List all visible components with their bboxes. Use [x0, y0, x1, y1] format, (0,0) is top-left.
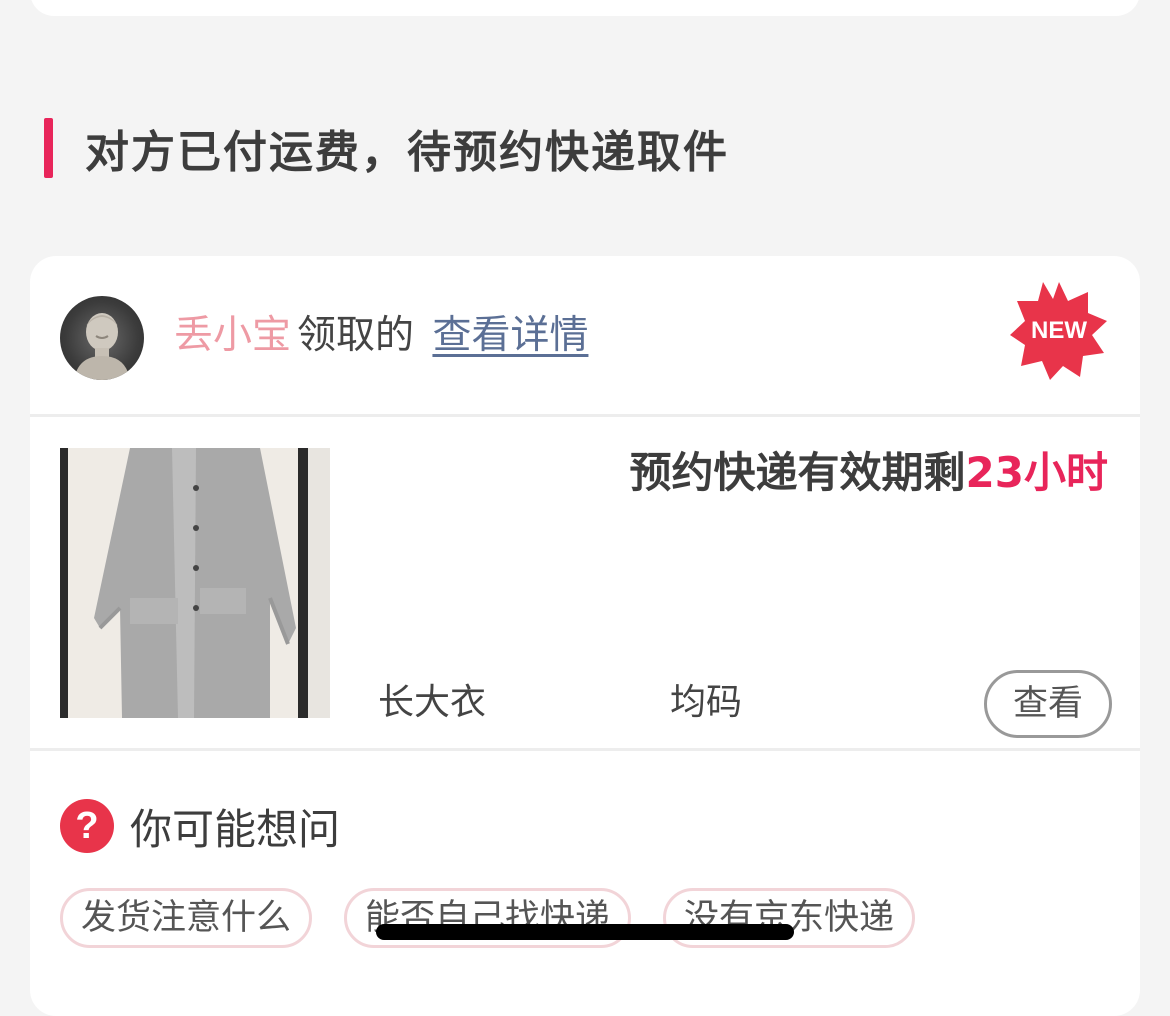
expiry-hours: 23小时 — [965, 448, 1108, 497]
new-badge-label: NEW — [1031, 317, 1087, 344]
view-details-link[interactable]: 查看详情 — [432, 313, 588, 358]
previous-card — [30, 0, 1140, 16]
pickup-expiry: 预约快递有效期剩23小时 — [630, 443, 1108, 503]
view-button[interactable]: 查看 — [984, 670, 1112, 738]
card-header: 丢小宝 领取的 查看详情 NEW — [30, 256, 1140, 417]
avatar[interactable] — [60, 296, 144, 380]
claim-line: 丢小宝 领取的 查看详情 — [174, 306, 588, 366]
faq-header: ? 你可能想问 — [60, 796, 340, 856]
product-size: 均码 — [670, 682, 743, 723]
question-icon: ? — [60, 799, 114, 853]
new-badge-icon: NEW — [1008, 280, 1110, 382]
order-card: 丢小宝 领取的 查看详情 NEW 预约快递有效期剩23小时 长大衣 均码 查看 … — [30, 256, 1140, 1016]
home-indicator[interactable] — [376, 924, 794, 940]
claim-text: 领取的 — [297, 313, 415, 358]
section-accent-bar — [44, 118, 53, 178]
faq-tag-shipping-notes[interactable]: 发货注意什么 — [60, 888, 313, 948]
expiry-prefix: 预约快递有效期剩 — [629, 448, 966, 497]
faq-title: 你可能想问 — [130, 804, 341, 854]
product-image[interactable] — [60, 448, 330, 718]
section-header: 对方已付运费，待预约快递取件 — [44, 118, 729, 178]
section-title: 对方已付运费，待预约快递取件 — [85, 127, 729, 178]
username[interactable]: 丢小宝 — [174, 313, 291, 358]
product-row: 预约快递有效期剩23小时 长大衣 均码 查看 — [30, 417, 1140, 751]
product-name: 长大衣 — [378, 682, 487, 723]
